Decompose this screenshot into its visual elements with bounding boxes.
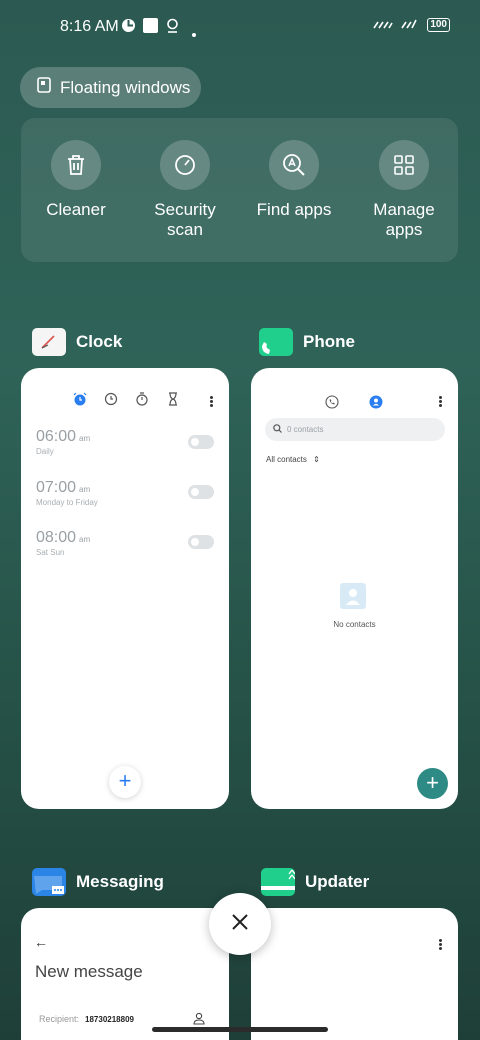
messaging-app-card[interactable]: ← New message Recipient: 18730218809 — [21, 908, 229, 1040]
clock-app-card[interactable]: 06:00 am Daily 07:00 am Monday to Friday 0… — [21, 368, 229, 809]
phone-app-header[interactable]: Phone — [259, 328, 355, 356]
status-time: 8:16 AM — [60, 18, 119, 35]
updater-app-icon — [261, 868, 296, 896]
cleaner-label: Cleaner — [46, 200, 106, 219]
updater-app-card[interactable] — [251, 908, 458, 1040]
clock-app-header[interactable]: Clock — [32, 328, 122, 356]
find-apps-label: Find apps — [256, 200, 332, 219]
recipient-row[interactable]: Recipient: 18730218809 — [39, 1014, 134, 1024]
messaging-app-icon — [32, 868, 66, 896]
recipient-value: 18730218809 — [85, 1015, 134, 1024]
add-alarm-button[interactable]: + — [109, 766, 141, 798]
all-contacts-filter[interactable]: All contacts ⇕ — [266, 455, 320, 464]
alarm-time: 07:00 — [36, 479, 77, 496]
square-notification-icon — [143, 18, 158, 38]
alarm-ampm: am — [79, 485, 91, 494]
floating-windows-label: Floating windows — [60, 77, 191, 97]
recipient-label: Recipient: — [39, 1014, 80, 1024]
alarm-toggle[interactable] — [188, 435, 214, 449]
phone-more-icon[interactable] — [439, 396, 442, 407]
back-arrow-icon[interactable]: ← — [34, 934, 48, 950]
stopwatch-tab-icon[interactable] — [135, 392, 149, 411]
phone-app-icon — [259, 328, 293, 356]
phone-tabs — [325, 395, 383, 414]
clock-app-icon — [32, 328, 66, 356]
trash-icon — [51, 140, 101, 190]
clear-all-button[interactable] — [209, 893, 271, 955]
phone-app-card[interactable]: 0 contacts All contacts ⇕ No contacts + — [251, 368, 458, 809]
alarm-ampm: am — [79, 535, 91, 544]
contacts-search-input[interactable]: 0 contacts — [265, 418, 445, 441]
clock-more-icon[interactable] — [210, 396, 213, 407]
security-scan-button[interactable]: Security scan — [130, 140, 240, 240]
add-contact-button[interactable]: + — [417, 768, 448, 799]
alarm-toggle[interactable] — [188, 535, 214, 549]
empty-contacts-icon — [340, 583, 366, 609]
alarm-repeat: Monday to Friday — [36, 498, 98, 507]
world-clock-tab-icon[interactable] — [104, 392, 118, 411]
search-placeholder: 0 contacts — [287, 425, 324, 434]
location-notification-icon — [166, 18, 179, 38]
filter-label: All contacts — [266, 455, 307, 464]
more-notifications-dot — [192, 24, 196, 42]
timer-tab-icon[interactable] — [166, 392, 180, 411]
alarm-toggle[interactable] — [188, 485, 214, 499]
updater-more-icon[interactable] — [439, 939, 442, 950]
app-notification-icon — [121, 18, 136, 38]
contacts-tab-icon[interactable] — [369, 395, 383, 414]
home-indicator[interactable] — [152, 1027, 328, 1032]
no-contacts-text: No contacts — [333, 620, 376, 629]
alarm-tab-icon[interactable] — [73, 392, 87, 411]
updater-app-name: Updater — [305, 872, 370, 891]
search-icon — [273, 424, 282, 435]
security-scan-icon — [160, 140, 210, 190]
sort-icon: ⇕ — [313, 455, 320, 464]
signal-icon — [373, 18, 393, 32]
call-log-tab-icon[interactable] — [325, 395, 339, 414]
clock-app-name: Clock — [76, 332, 123, 351]
phone-app-name: Phone — [303, 332, 355, 351]
find-apps-button[interactable]: Find apps — [239, 140, 349, 220]
floating-window-icon — [37, 77, 51, 98]
cleaner-button[interactable]: Cleaner — [21, 140, 131, 220]
new-message-title: New message — [35, 962, 143, 981]
messaging-app-header[interactable]: Messaging — [32, 868, 164, 896]
messaging-app-name: Messaging — [76, 872, 164, 891]
alarm-ampm: am — [79, 434, 91, 443]
clock-tabs — [73, 392, 180, 411]
signal-icon-2 — [401, 18, 419, 32]
close-icon — [232, 913, 248, 935]
battery-icon: 100 — [427, 18, 450, 32]
alarm-time: 06:00 — [36, 428, 77, 445]
alarm-repeat: Sat Sun — [36, 548, 65, 557]
grid-icon — [379, 140, 429, 190]
status-right: 100 — [373, 18, 450, 32]
manage-apps-button[interactable]: Manage apps — [349, 140, 459, 240]
find-apps-icon — [269, 140, 319, 190]
alarm-time: 08:00 — [36, 529, 77, 546]
alarm-repeat: Daily — [36, 447, 54, 456]
status-bar: 8:16 AM 100 — [0, 0, 480, 56]
manage-apps-label: Manage apps — [373, 200, 435, 239]
security-scan-label: Security scan — [154, 200, 216, 239]
floating-windows-button[interactable]: Floating windows — [20, 67, 201, 108]
updater-app-header[interactable]: Updater — [261, 868, 369, 896]
quick-actions-panel: Cleaner Security scan Find apps Manage a… — [21, 118, 458, 262]
